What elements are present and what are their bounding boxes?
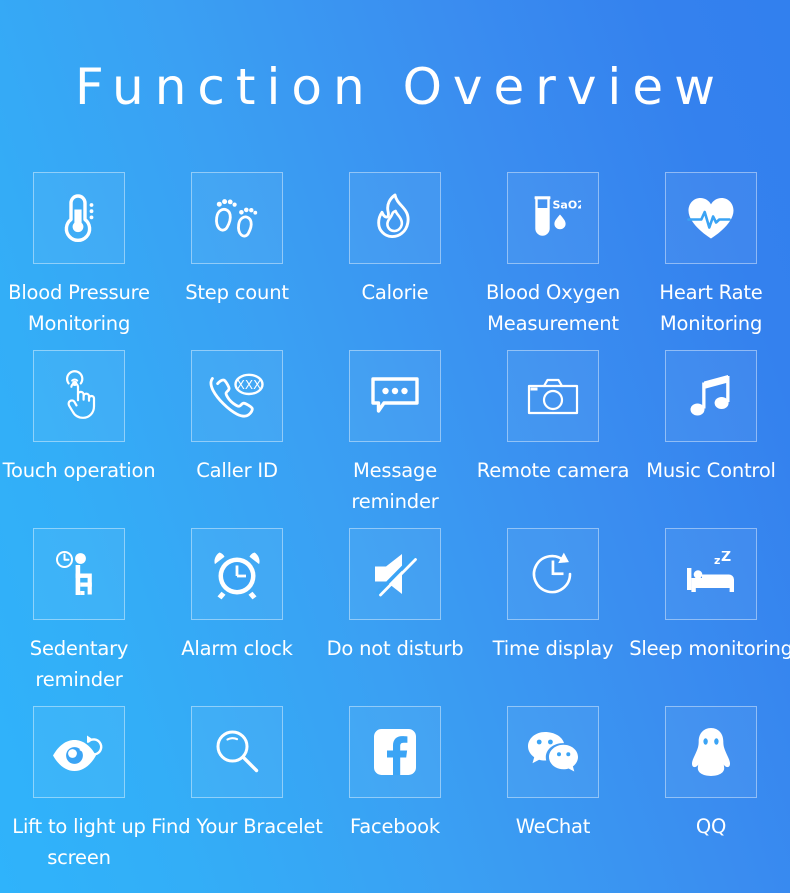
feature-label: QQ (695, 815, 727, 838)
magnifier-icon (212, 727, 262, 777)
alarm-clock-icon (211, 548, 263, 600)
sleep-bed-icon: z Z (683, 551, 739, 597)
feature-label: Facebook (349, 815, 441, 838)
feature-label: Blood Oxygen Measurement (486, 281, 620, 335)
touch-hand-icon (56, 370, 102, 422)
feature-label: Find Your Bracelet (151, 815, 323, 838)
feature-item-sedentary-reminder[interactable]: Sedentary reminder (0, 528, 158, 706)
feature-grid: Blood Pressure Monitoring Step count Cal… (0, 172, 790, 884)
svg-text:SaO2: SaO2 (553, 199, 582, 212)
thermometer-icon (56, 193, 102, 243)
feature-icon-tile[interactable] (665, 706, 757, 798)
feature-item-facebook[interactable]: Facebook (316, 706, 474, 884)
feature-item-do-not-disturb[interactable]: Do not disturb (316, 528, 474, 706)
feature-icon-tile[interactable] (665, 172, 757, 264)
wechat-icon (525, 729, 581, 775)
feature-icon-tile[interactable] (191, 172, 283, 264)
feature-item-blood-oxygen-measurement[interactable]: SaO2 Blood Oxygen Measurement (474, 172, 632, 350)
feature-icon-tile[interactable] (33, 172, 125, 264)
svg-text:XXX: XXX (237, 378, 262, 392)
speech-bubble-icon (369, 374, 421, 418)
mute-speaker-icon (369, 549, 421, 599)
music-note-icon (688, 371, 734, 421)
feature-label: Blood Pressure Monitoring (8, 281, 150, 335)
footprints-icon (210, 192, 264, 244)
feature-icon-tile[interactable]: XXX (191, 350, 283, 442)
feature-label: Touch operation (2, 459, 156, 482)
flame-icon (373, 192, 417, 244)
feature-item-find-your-bracelet[interactable]: Find Your Bracelet (151, 706, 323, 884)
feature-icon-tile[interactable] (349, 350, 441, 442)
feature-item-qq[interactable]: QQ (632, 706, 790, 884)
function-overview-page: Function Overview Blood Pressure Monitor… (0, 0, 790, 893)
feature-item-touch-operation[interactable]: Touch operation (0, 350, 158, 528)
feature-label: Caller ID (196, 459, 278, 482)
clock-refresh-icon (527, 549, 579, 599)
feature-icon-tile[interactable] (33, 528, 125, 620)
feature-label: Step count (185, 281, 289, 304)
feature-label: Heart Rate Monitoring (659, 281, 763, 335)
feature-label: Message reminder (351, 459, 439, 513)
feature-label: WeChat (515, 815, 591, 838)
feature-icon-tile[interactable] (349, 172, 441, 264)
feature-label: Alarm clock (181, 637, 293, 660)
feature-item-message-reminder[interactable]: Message reminder (316, 350, 474, 528)
feature-icon-tile[interactable]: z Z (665, 528, 757, 620)
feature-icon-tile[interactable] (191, 706, 283, 798)
feature-item-caller-id[interactable]: XXX Caller ID (158, 350, 316, 528)
feature-item-heart-rate-monitoring[interactable]: Heart Rate Monitoring (632, 172, 790, 350)
feature-icon-tile[interactable] (349, 706, 441, 798)
feature-item-music-control[interactable]: Music Control (632, 350, 790, 528)
phone-caller-id-icon: XXX (208, 370, 266, 422)
feature-icon-tile[interactable] (33, 350, 125, 442)
feature-label: Time display (492, 637, 614, 660)
sedentary-person-icon (53, 549, 105, 599)
feature-item-step-count[interactable]: Step count (158, 172, 316, 350)
camera-icon (526, 375, 580, 417)
facebook-icon (372, 727, 418, 777)
feature-label: Sedentary reminder (29, 637, 129, 691)
feature-icon-tile[interactable] (507, 350, 599, 442)
feature-item-time-display[interactable]: Time display (474, 528, 632, 706)
feature-item-calorie[interactable]: Calorie (316, 172, 474, 350)
feature-icon-tile[interactable] (507, 706, 599, 798)
feature-icon-tile[interactable]: SaO2 (507, 172, 599, 264)
feature-label: Lift to light up screen (12, 815, 146, 869)
qq-penguin-icon (687, 726, 735, 778)
page-title: Function Overview (75, 58, 726, 116)
feature-item-sleep-monitoring[interactable]: z Z Sleep monitoring (629, 528, 790, 706)
feature-item-alarm-clock[interactable]: Alarm clock (158, 528, 316, 706)
feature-icon-tile[interactable] (191, 528, 283, 620)
feature-label: Music Control (646, 459, 776, 482)
feature-item-blood-pressure-monitoring[interactable]: Blood Pressure Monitoring (0, 172, 158, 350)
feature-item-lift-to-light-up-screen[interactable]: Lift to light up screen (0, 706, 158, 884)
feature-item-wechat[interactable]: WeChat (474, 706, 632, 884)
feature-item-remote-camera[interactable]: Remote camera (474, 350, 632, 528)
eye-refresh-icon (51, 731, 107, 773)
test-tube-sao2-icon: SaO2 (525, 192, 581, 244)
feature-label: Remote camera (476, 459, 630, 482)
feature-icon-tile[interactable] (665, 350, 757, 442)
feature-icon-tile[interactable] (33, 706, 125, 798)
feature-icon-tile[interactable] (507, 528, 599, 620)
feature-label: Sleep monitoring (629, 637, 790, 660)
feature-icon-tile[interactable] (349, 528, 441, 620)
feature-label: Calorie (361, 281, 429, 304)
heart-pulse-icon (684, 193, 738, 243)
svg-text:Z: Z (721, 551, 731, 565)
svg-text:z: z (714, 554, 720, 567)
feature-label: Do not disturb (326, 637, 464, 660)
